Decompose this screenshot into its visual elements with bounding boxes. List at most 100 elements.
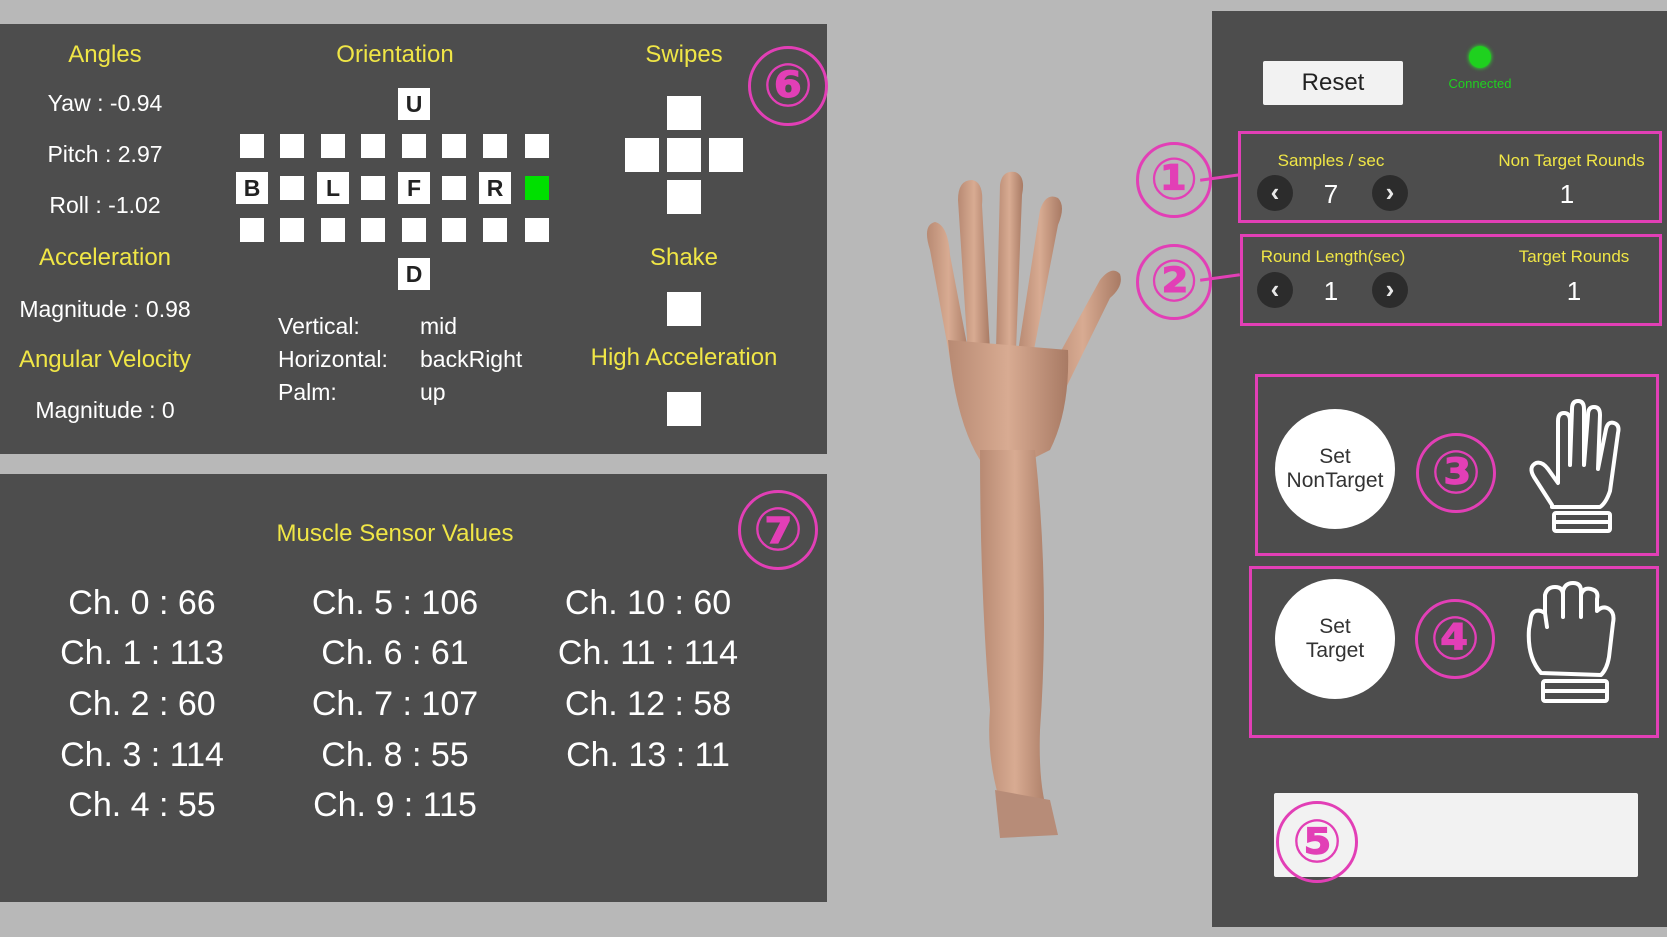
orientation-right-box: R — [479, 172, 511, 204]
fist-icon — [1526, 581, 1616, 703]
annotation-marker-3: ③ — [1416, 433, 1496, 513]
chevron-right-icon: › — [1385, 177, 1395, 207]
channel-value: Ch. 6 : 61 — [321, 634, 469, 672]
chevron-left-icon: ‹ — [1270, 274, 1280, 304]
orientation-cell — [525, 134, 549, 158]
control-panel: Reset Connected Samples / sec ‹ 7 › Non … — [1136, 11, 1667, 927]
angular-velocity-title: Angular Velocity — [18, 346, 192, 373]
vertical-value: mid — [420, 313, 458, 339]
angular-velocity-magnitude: Magnitude : 0 — [35, 397, 175, 423]
set-target-line2: Target — [1305, 639, 1365, 662]
annotation-marker-7: ⑦ — [738, 490, 818, 570]
channel-value: Ch. 9 : 115 — [313, 786, 477, 824]
orientation-cell — [442, 176, 466, 200]
orientation-cell — [240, 218, 264, 242]
swipe-up-indicator — [667, 96, 701, 130]
sensor-panel: Angles Yaw : -0.94 Pitch : 2.97 Roll : -… — [0, 24, 828, 454]
orientation-cell — [361, 176, 385, 200]
hand-model-image — [926, 171, 1121, 838]
annotation-marker-4: ④ — [1415, 599, 1495, 679]
swipe-left-indicator — [625, 138, 659, 172]
non-target-rounds-value: 1 — [1559, 179, 1575, 209]
samples-label: Samples / sec — [1277, 151, 1385, 170]
acceleration-title: Acceleration — [38, 244, 172, 271]
orientation-active-indicator — [525, 176, 549, 200]
high-acceleration-title: High Acceleration — [590, 344, 778, 371]
annotation-marker-1: ① — [1136, 142, 1212, 218]
round-length-decrease-button[interactable]: ‹ — [1257, 272, 1293, 308]
samples-increase-button[interactable]: › — [1372, 175, 1408, 211]
channel-value: Ch. 10 : 60 — [564, 584, 732, 622]
channel-value: Ch. 3 : 114 — [60, 736, 224, 774]
orientation-cell — [525, 218, 549, 242]
orientation-cell — [361, 134, 385, 158]
annotation-marker-5: ⑤ — [1276, 801, 1358, 883]
channel-value: Ch. 4 : 55 — [68, 786, 216, 824]
samples-decrease-button[interactable]: ‹ — [1257, 175, 1293, 211]
yaw-value: Yaw : -0.94 — [47, 90, 163, 116]
target-rounds-value: 1 — [1566, 276, 1582, 306]
roll-value: Roll : -1.02 — [49, 192, 161, 218]
palm-value: up — [420, 379, 446, 405]
set-nontarget-line2: NonTarget — [1286, 469, 1384, 492]
high-acceleration-indicator — [667, 392, 701, 426]
channel-value: Ch. 2 : 60 — [68, 685, 216, 723]
channel-value: Ch. 7 : 107 — [311, 685, 479, 723]
set-nontarget-line1: Set — [1319, 445, 1351, 468]
orientation-cell — [402, 134, 426, 158]
round-length-increase-button[interactable]: › — [1372, 272, 1408, 308]
swipe-down-indicator — [667, 180, 701, 214]
annotation-marker-2: ② — [1136, 244, 1212, 320]
set-nontarget-button[interactable]: Set NonTarget — [1275, 409, 1395, 529]
channel-value: Ch. 12 : 58 — [564, 685, 732, 723]
orientation-cell — [442, 218, 466, 242]
orientation-cell — [280, 134, 304, 158]
channel-value: Ch. 8 : 55 — [321, 736, 469, 774]
muscle-panel: Muscle Sensor Values ⑦ Ch. 0 : 66 Ch. 1 … — [0, 474, 827, 902]
channel-value: Ch. 5 : 106 — [311, 584, 479, 622]
sampling-settings-box: Samples / sec ‹ 7 › Non Target Rounds 1 — [1238, 131, 1662, 223]
chevron-left-icon: ‹ — [1270, 177, 1280, 207]
orientation-down-box: D — [398, 258, 430, 290]
channel-value: Ch. 1 : 113 — [60, 634, 224, 672]
swipe-right-indicator — [709, 138, 743, 172]
reset-button[interactable]: Reset — [1263, 61, 1403, 105]
round-settings-box: Round Length(sec) ‹ 1 › Target Rounds 1 — [1240, 234, 1662, 326]
annotation-marker-6: ⑥ — [748, 46, 828, 126]
angles-title: Angles — [68, 41, 142, 68]
swipe-center-indicator — [667, 138, 701, 172]
orientation-title: Orientation — [336, 41, 454, 68]
samples-value: 7 — [1323, 179, 1339, 209]
acceleration-magnitude: Magnitude : 0.98 — [19, 296, 191, 322]
target-rounds-label: Target Rounds — [1518, 247, 1630, 266]
orientation-back-box: B — [236, 172, 268, 204]
pitch-value: Pitch : 2.97 — [47, 141, 163, 167]
orientation-up-box: U — [398, 88, 430, 120]
vertical-label: Vertical: — [278, 313, 360, 339]
orientation-cell — [240, 134, 264, 158]
chevron-right-icon: › — [1385, 274, 1395, 304]
connection-status-label: Connected — [1448, 76, 1512, 91]
orientation-cell — [280, 176, 304, 200]
orientation-cell — [402, 218, 426, 242]
channel-value: Ch. 13 : 11 — [566, 736, 730, 774]
connection-status-icon — [1469, 46, 1491, 68]
horizontal-value: backRight — [420, 346, 523, 372]
set-target-line1: Set — [1319, 615, 1351, 638]
set-target-box: Set Target ④ — [1249, 566, 1659, 738]
orientation-cell — [280, 218, 304, 242]
orientation-cell — [321, 134, 345, 158]
set-target-button[interactable]: Set Target — [1275, 579, 1395, 699]
muscle-title: Muscle Sensor Values — [276, 520, 514, 547]
orientation-left-box: L — [317, 172, 349, 204]
shake-indicator — [667, 292, 701, 326]
orientation-cell — [483, 218, 507, 242]
orientation-cell — [321, 218, 345, 242]
palm-label: Palm: — [278, 379, 337, 405]
channel-value: Ch. 11 : 114 — [557, 634, 739, 672]
open-hand-icon — [1529, 399, 1621, 533]
shake-title: Shake — [649, 244, 719, 271]
orientation-cell — [442, 134, 466, 158]
orientation-cell — [361, 218, 385, 242]
horizontal-label: Horizontal: — [278, 346, 388, 372]
